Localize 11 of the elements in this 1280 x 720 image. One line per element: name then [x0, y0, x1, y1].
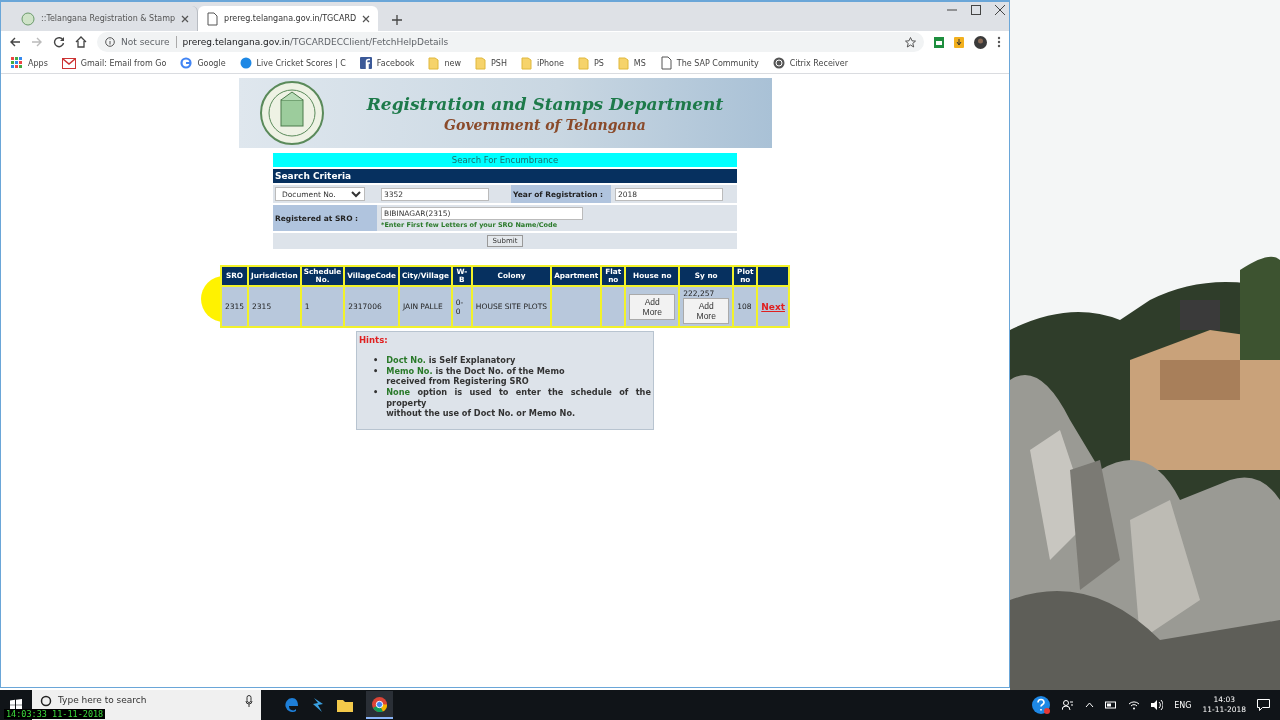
hints-title: Hints: [359, 335, 389, 346]
bullet: • [373, 387, 379, 398]
banner-title: Registration and Stamps Department [366, 93, 724, 114]
section-heading: Search For Encumbrance [273, 153, 737, 167]
timestamp-overlay-toast: 14:03:33 11-11-2018 [4, 709, 106, 719]
bullet: • [373, 355, 379, 366]
hint-item: Doct No. is Self Explanatory [386, 355, 517, 366]
banner-subtitle: Government of Telangana [444, 116, 646, 133]
criteria-heading: Search Criteria [273, 169, 737, 183]
hint-item: None option is used to enter the schedule of the property without the use of Doct No. or Memo No. [386, 387, 651, 419]
bullet: • [373, 365, 379, 377]
